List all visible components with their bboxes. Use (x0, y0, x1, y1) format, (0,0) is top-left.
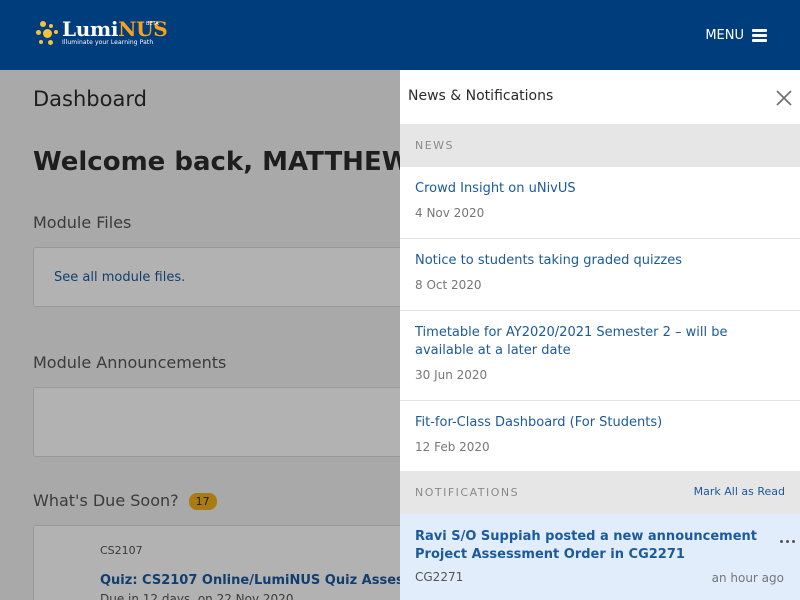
news-item[interactable]: Timetable for AY2020/2021 Semester 2 – w… (400, 311, 800, 401)
news-item-date: 8 Oct 2020 (415, 278, 482, 292)
news-item-date: 4 Nov 2020 (415, 206, 485, 220)
beta-label: BETA (146, 21, 159, 27)
modal-backdrop[interactable] (0, 70, 400, 600)
notification-time: an hour ago (711, 571, 784, 585)
menu-button[interactable]: MENU (705, 28, 767, 43)
news-label: NEWS (415, 139, 455, 152)
menu-label: MENU (705, 28, 744, 43)
top-nav-bar: LumiNUS Illuminate your Learning Path BE… (0, 0, 800, 70)
news-item-title[interactable]: Timetable for AY2020/2021 Semester 2 – w… (415, 324, 790, 360)
mark-all-read-button[interactable]: Mark All as Read (694, 485, 785, 498)
notification-module: CG2271 (415, 570, 464, 584)
close-button[interactable] (776, 90, 792, 106)
panel-title: News & Notifications (408, 88, 554, 104)
news-notifications-panel: News & Notifications NEWS Crowd Insight … (400, 70, 800, 600)
notification-title[interactable]: Ravi S/O Suppiah posted a new announceme… (415, 528, 770, 564)
news-item-title[interactable]: Fit-for-Class Dashboard (For Students) (415, 414, 790, 432)
more-horizontal-icon[interactable] (780, 534, 800, 548)
close-icon (776, 90, 792, 106)
notification-item[interactable]: Ravi S/O Suppiah posted a new announceme… (400, 514, 800, 600)
luminus-logo[interactable]: LumiNUS Illuminate your Learning Path BE… (36, 19, 168, 51)
news-item-date: 30 Jun 2020 (415, 368, 488, 382)
news-item[interactable]: Crowd Insight on uNivUS 4 Nov 2020 (400, 167, 800, 239)
panel-header: News & Notifications (400, 70, 800, 124)
notifications-section-header: NOTIFICATIONS Mark All as Read (400, 471, 800, 514)
notifications-label: NOTIFICATIONS (415, 486, 520, 499)
logo-dots-icon (36, 21, 60, 49)
hamburger-icon (752, 29, 767, 42)
logo-tagline: Illuminate your Learning Path (62, 39, 154, 46)
news-item-date: 12 Feb 2020 (415, 440, 490, 454)
news-section-header: NEWS (400, 124, 800, 167)
news-item[interactable]: Notice to students taking graded quizzes… (400, 239, 800, 311)
news-item[interactable]: Fit-for-Class Dashboard (For Students) 1… (400, 401, 800, 471)
news-item-title[interactable]: Crowd Insight on uNivUS (415, 180, 790, 198)
news-item-title[interactable]: Notice to students taking graded quizzes (415, 252, 790, 270)
